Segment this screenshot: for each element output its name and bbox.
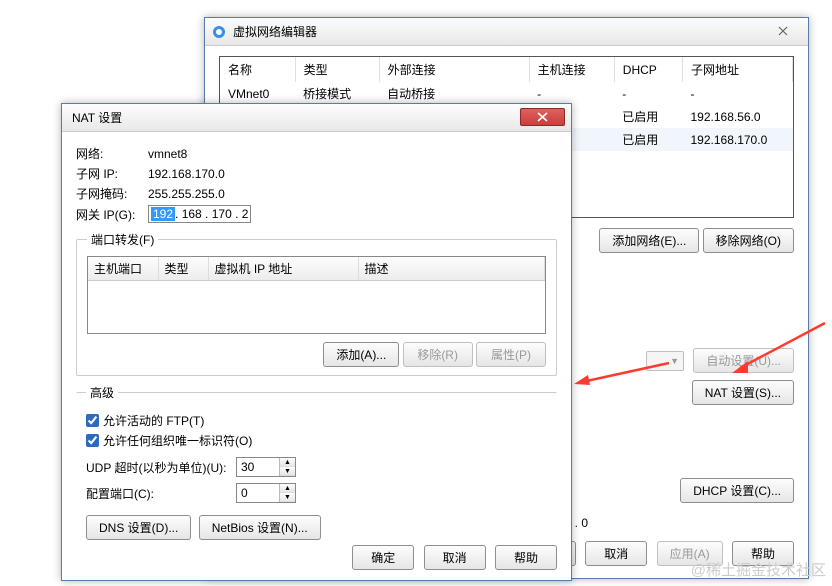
fwd-remove-button: 移除(R): [403, 342, 473, 367]
netbios-settings-button[interactable]: NetBios 设置(N)...: [199, 515, 321, 540]
gateway-octet-selected[interactable]: 192: [151, 207, 175, 221]
dns-settings-button[interactable]: DNS 设置(D)...: [86, 515, 191, 540]
close-icon[interactable]: [766, 24, 800, 38]
back-cancel-button[interactable]: 取消: [585, 541, 647, 566]
back-window-title: 虚拟网络编辑器: [233, 23, 802, 40]
col-ext[interactable]: 外部连接: [379, 57, 529, 82]
front-help-button[interactable]: 帮助: [495, 545, 557, 570]
nat-settings-dialog: NAT 设置 网络:vmnet8 子网 IP:192.168.170.0 子网掩…: [61, 103, 572, 581]
front-cancel-button[interactable]: 取消: [424, 545, 486, 570]
front-content: 网络:vmnet8 子网 IP:192.168.170.0 子网掩码:255.2…: [62, 132, 571, 580]
allow-oui-label: 允许任何组织唯一标识符(O): [103, 432, 252, 449]
col-dhcp[interactable]: DHCP: [614, 57, 682, 82]
col-subnet[interactable]: 子网地址: [683, 57, 793, 82]
remove-network-button[interactable]: 移除网络(O): [703, 228, 794, 253]
fwd-col-vmip[interactable]: 虚拟机 IP 地址: [208, 257, 358, 281]
col-name[interactable]: 名称: [220, 57, 295, 82]
add-network-button[interactable]: 添加网络(E)...: [599, 228, 699, 253]
gateway-label: 网关 IP(G):: [76, 206, 148, 223]
back-titlebar[interactable]: 虚拟网络编辑器: [205, 18, 808, 46]
fwd-col-hostport[interactable]: 主机端口: [88, 257, 158, 281]
advanced-group: 高级 允许活动的 FTP(T) 允许任何组织唯一标识符(O) UDP 超时(以秒…: [76, 384, 557, 540]
udp-timeout-label: UDP 超时(以秒为单位)(U):: [86, 459, 236, 476]
front-ok-button[interactable]: 确定: [352, 545, 414, 570]
gateway-ip-input[interactable]: 192 . 168 . 170 . 2: [148, 205, 251, 223]
dhcp-settings-button[interactable]: DHCP 设置(C)...: [680, 478, 794, 503]
fwd-properties-button: 属性(P): [476, 342, 546, 367]
app-icon: [211, 24, 227, 40]
close-button[interactable]: [520, 108, 565, 126]
front-titlebar[interactable]: NAT 设置: [62, 104, 571, 132]
subnet-ip-label: 子网 IP:: [76, 165, 148, 182]
subnet-ip-value: 192.168.170.0: [148, 167, 225, 181]
fwd-add-button[interactable]: 添加(A)...: [323, 342, 399, 367]
nat-settings-button[interactable]: NAT 设置(S)...: [692, 380, 794, 405]
allow-ftp-checkbox[interactable]: [86, 414, 99, 427]
col-host[interactable]: 主机连接: [529, 57, 614, 82]
fwd-col-desc[interactable]: 描述: [358, 257, 545, 281]
spin-up-icon[interactable]: ▲: [280, 458, 295, 467]
spin-down-icon[interactable]: ▼: [280, 493, 295, 502]
spin-down-icon[interactable]: ▼: [280, 467, 295, 476]
subnet-mask-label: 子网掩码:: [76, 185, 148, 202]
gateway-rest[interactable]: . 168 . 170 . 2: [175, 207, 248, 221]
port-forward-legend: 端口转发(F): [87, 231, 158, 248]
front-window-title: NAT 设置: [68, 109, 565, 126]
config-port-spinner[interactable]: ▲▼: [236, 483, 296, 503]
table-row[interactable]: VMnet0 桥接模式 自动桥接 - - -: [220, 82, 793, 105]
port-forward-group: 端口转发(F) 主机端口 类型 虚拟机 IP 地址 描述 添加(A)... 移除…: [76, 231, 557, 376]
arrow-annotation-icon: [574, 360, 674, 390]
watermark-text: @稀土掘金技术社区: [691, 559, 826, 580]
port-forward-table[interactable]: 主机端口 类型 虚拟机 IP 地址 描述: [87, 256, 546, 334]
spin-up-icon[interactable]: ▲: [280, 484, 295, 493]
udp-timeout-spinner[interactable]: ▲▼: [236, 457, 296, 477]
udp-timeout-input[interactable]: [237, 458, 279, 476]
allow-ftp-label: 允许活动的 FTP(T): [103, 412, 204, 429]
network-label: 网络:: [76, 145, 148, 162]
advanced-legend: 高级: [86, 384, 118, 401]
arrow-annotation-icon: [730, 318, 830, 378]
allow-oui-checkbox[interactable]: [86, 434, 99, 447]
col-type[interactable]: 类型: [295, 57, 379, 82]
network-value: vmnet8: [148, 147, 187, 161]
fwd-col-type[interactable]: 类型: [158, 257, 208, 281]
subnet-mask-value: 255.255.255.0: [148, 187, 225, 201]
config-port-input[interactable]: [237, 484, 279, 502]
config-port-label: 配置端口(C):: [86, 485, 236, 502]
